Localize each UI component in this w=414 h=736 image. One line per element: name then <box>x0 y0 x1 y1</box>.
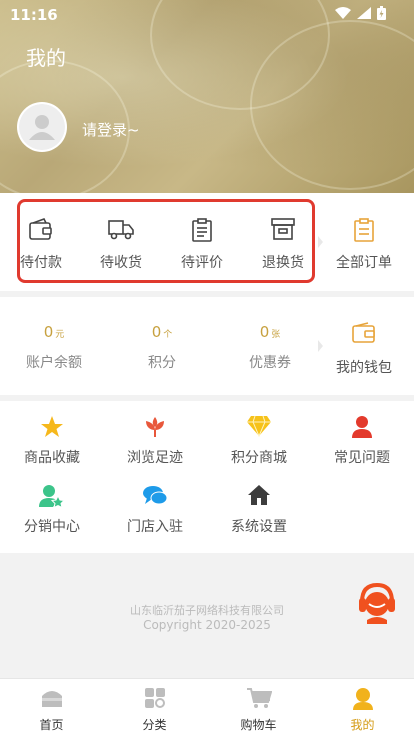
coupons[interactable]: 0张 优惠券 <box>220 297 320 395</box>
battery-icon <box>377 6 386 20</box>
signal-icon <box>357 7 371 19</box>
status-bar: 11:16 <box>0 0 414 28</box>
wallet-section: 0元 账户余额 0个 积分 0张 优惠券 我的钱包 <box>0 297 414 395</box>
coupons-value: 0张 <box>259 323 281 341</box>
account-balance[interactable]: 0元 账户余额 <box>4 297 104 395</box>
customer-service-button[interactable] <box>357 580 397 624</box>
balance-value: 0元 <box>43 323 65 341</box>
tool-history[interactable]: 浏览足迹 <box>103 401 207 466</box>
headset-icon <box>359 582 395 624</box>
bottom-tab-bar: 首页 分类 购物车 我的 <box>0 678 414 736</box>
order-item-label: 待收货 <box>100 255 142 271</box>
home-tab-icon <box>41 691 62 707</box>
balance-label: 账户余额 <box>26 355 82 371</box>
order-pending-payment[interactable]: 待付款 <box>1 193 81 291</box>
chat-bubbles-icon <box>143 486 168 505</box>
tool-faq[interactable]: 常见问题 <box>310 401 414 466</box>
login-prompt[interactable]: 请登录~ <box>82 119 140 140</box>
person-icon <box>352 416 372 438</box>
all-orders-label: 全部订单 <box>336 255 392 271</box>
avatar[interactable] <box>17 102 67 152</box>
wifi-icon <box>335 7 351 19</box>
clipboard-icon <box>192 218 212 242</box>
archive-box-icon <box>271 218 295 240</box>
tool-favorites[interactable]: 商品收藏 <box>0 401 104 466</box>
tool-points-mall[interactable]: 积分商城 <box>207 401 311 466</box>
copyright-text: Copyright 2020-2025 <box>143 618 271 632</box>
home-icon <box>248 485 270 505</box>
orders-section: 待付款 待收货 待评价 退换货 全部订单 <box>0 193 414 291</box>
flower-icon <box>146 417 164 437</box>
tab-home[interactable]: 首页 <box>0 679 103 736</box>
points-label: 积分 <box>148 355 176 371</box>
company-name: 山东临沂茄子网络科技有限公司 <box>130 604 284 617</box>
my-wallet-label: 我的钱包 <box>336 360 392 376</box>
order-item-label: 退换货 <box>262 255 304 271</box>
tab-mine[interactable]: 我的 <box>311 679 414 736</box>
tool-label: 门店入驻 <box>127 519 183 535</box>
user-avatar-icon <box>19 104 65 150</box>
tab-label: 购物车 <box>240 718 277 732</box>
my-wallet-button[interactable]: 我的钱包 <box>324 297 404 395</box>
tool-label: 浏览足迹 <box>127 450 183 466</box>
star-icon <box>41 416 63 437</box>
profile-icon <box>352 688 373 710</box>
tool-label: 积分商城 <box>231 450 287 466</box>
tool-label: 商品收藏 <box>24 450 80 466</box>
tool-label: 系统设置 <box>231 519 287 535</box>
tab-label: 首页 <box>39 718 64 732</box>
tab-category[interactable]: 分类 <box>103 679 206 736</box>
wallet-icon <box>352 322 375 343</box>
cart-icon <box>246 688 272 708</box>
tools-section: 商品收藏 浏览足迹 积分商城 常见问题 分销中心 门店入驻 系统设置 <box>0 401 414 553</box>
points[interactable]: 0个 积分 <box>112 297 212 395</box>
order-pending-receipt[interactable]: 待收货 <box>81 193 161 291</box>
tool-label: 分销中心 <box>24 519 80 535</box>
order-item-label: 待付款 <box>20 255 62 271</box>
section-divider <box>318 340 323 352</box>
tab-cart[interactable]: 购物车 <box>207 679 310 736</box>
points-value: 0个 <box>151 323 173 341</box>
user-star-icon <box>39 485 65 508</box>
order-pending-review[interactable]: 待评价 <box>162 193 242 291</box>
order-returns[interactable]: 退换货 <box>243 193 323 291</box>
tool-label: 常见问题 <box>334 450 390 466</box>
order-item-label: 待评价 <box>181 255 223 271</box>
profile-header: 11:16 我的 请登录~ <box>0 0 414 193</box>
tool-store-join[interactable]: 门店入驻 <box>103 470 207 535</box>
section-divider <box>318 236 323 248</box>
tab-label: 分类 <box>142 718 167 732</box>
diamond-icon <box>247 415 271 437</box>
page-title: 我的 <box>26 46 66 70</box>
tool-distribution[interactable]: 分销中心 <box>0 470 104 535</box>
tool-settings[interactable]: 系统设置 <box>207 470 311 535</box>
truck-icon <box>108 220 134 240</box>
coupons-label: 优惠券 <box>249 355 291 371</box>
order-list-icon <box>354 218 374 242</box>
status-time: 11:16 <box>10 6 58 24</box>
tab-label: 我的 <box>350 718 375 732</box>
all-orders-button[interactable]: 全部订单 <box>324 193 404 291</box>
status-icons <box>335 6 386 20</box>
category-icon <box>144 688 165 708</box>
wallet-icon <box>29 218 52 240</box>
